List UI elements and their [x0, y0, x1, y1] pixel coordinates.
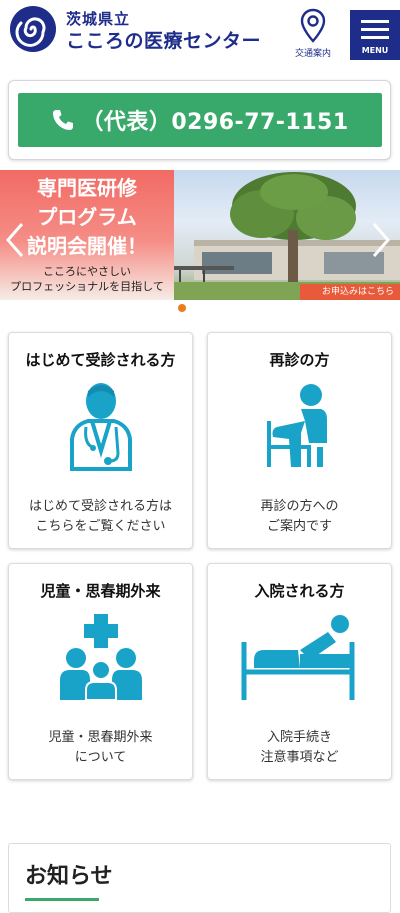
card-admission[interactable]: 入院される方 入院手続き 注意事項など — [207, 563, 392, 780]
hamburger-icon — [361, 20, 389, 23]
access-link[interactable]: 交通案内 — [288, 8, 338, 64]
banner-apply-link[interactable]: お申込みはこちら — [299, 284, 400, 300]
slider-dot-active[interactable] — [178, 304, 186, 312]
logo[interactable] — [10, 6, 56, 52]
family-cross-icon — [59, 614, 142, 701]
phone-card: （代表）0296-77-1151 — [8, 80, 391, 160]
banner-photo: お申込みはこちら — [174, 170, 400, 300]
card-child-adolescent[interactable]: 児童・思春期外来 児童・思春期外来 について — [8, 563, 193, 780]
access-label: 交通案内 — [294, 49, 331, 59]
seated-patient-icon — [266, 384, 327, 467]
map-pin-icon — [300, 8, 326, 43]
card-first-visit[interactable]: はじめて受診される方 はじめて受診される方は こちらをご覧ください — [8, 332, 193, 549]
banner-text-panel: 専門医研修 プログラム 説明会開催！ こころにやさしい プロフェッショナルを目指… — [0, 170, 174, 300]
card-description: 入院手続き 注意事項など — [260, 730, 339, 765]
site-header: 茨城県立 こころの医療センター 交通案内 MENU — [0, 0, 400, 70]
hospital-building-image — [174, 172, 400, 300]
phone-icon — [53, 110, 74, 130]
card-description: 再診の方への ご案内です — [260, 499, 339, 534]
card-description: 児童・思春期外来 について — [48, 730, 153, 765]
menu-button[interactable]: MENU — [350, 10, 400, 60]
chevron-right-icon[interactable] — [370, 222, 392, 258]
news-section: お知らせ — [8, 843, 391, 913]
card-title: 入院される方 — [254, 582, 345, 600]
hamburger-icon — [361, 28, 389, 31]
hamburger-icon — [361, 36, 389, 39]
menu-label: MENU — [361, 46, 389, 55]
banner-subtitle: こころにやさしい プロフェッショナルを目指して — [10, 265, 164, 293]
doctor-icon — [69, 383, 132, 471]
news-title: お知らせ — [25, 864, 113, 889]
card-title: 児童・思春期外来 — [40, 582, 161, 600]
org-name[interactable]: こころの医療センター — [66, 26, 261, 53]
logo-spiral-icon — [15, 17, 46, 47]
hospital-bed-icon — [241, 615, 354, 700]
card-description: はじめて受診される方は こちらをご覧ください — [28, 499, 172, 534]
card-title: 再診の方 — [269, 351, 330, 369]
card-return-visit[interactable]: 再診の方 再診の方への ご案内です — [207, 332, 392, 549]
phone-number: （代表）0296-77-1151 — [81, 110, 349, 135]
card-title: はじめて受診される方 — [25, 351, 176, 369]
banner-headline: 専門医研修 プログラム 説明会開催！ — [27, 176, 147, 258]
chevron-left-icon[interactable] — [4, 222, 26, 258]
phone-call-button[interactable]: （代表）0296-77-1151 — [18, 93, 382, 147]
hero-banner[interactable]: 専門医研修 プログラム 説明会開催！ こころにやさしい プロフェッショナルを目指… — [0, 170, 400, 300]
